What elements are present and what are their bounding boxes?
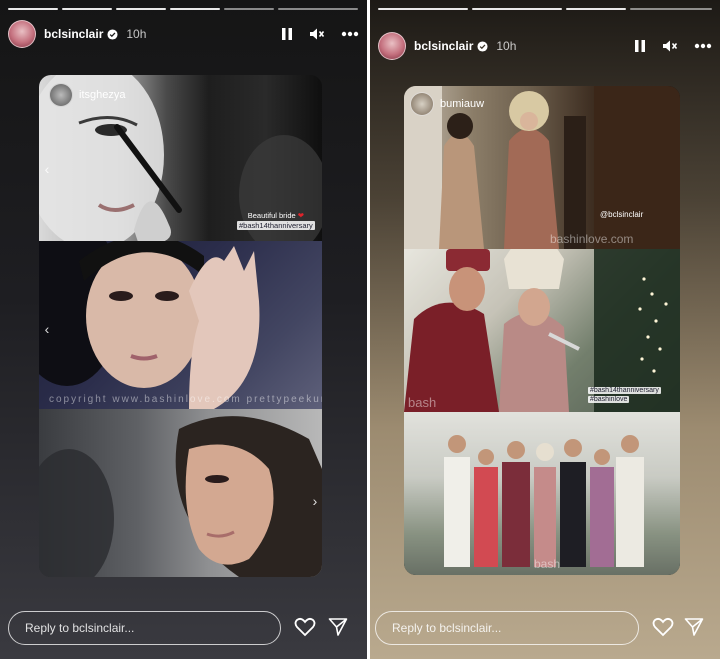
- post-time: 10h: [126, 27, 147, 41]
- photo-couple-singing: #bash14thanniversary #bashinlove bash: [404, 249, 680, 412]
- credit-sticker[interactable]: @bclsinclair: [600, 210, 643, 220]
- mute-icon[interactable]: [309, 27, 325, 41]
- watermark-text: bashinlove.com: [550, 232, 634, 246]
- photo-profile-illustration: [39, 416, 322, 577]
- post-time: 10h: [496, 39, 517, 53]
- hashtag-sticker[interactable]: #bash14thanniversary: [588, 387, 661, 394]
- story-header: bclsinclair 10h: [8, 20, 359, 48]
- story-progress-segment: [170, 8, 220, 10]
- mute-icon[interactable]: [662, 39, 678, 53]
- story-progress-segment: [630, 8, 712, 10]
- story-panel-right: bclsinclair 10h bumiauw @bclsinclair bas…: [370, 0, 720, 659]
- photo-portrait-hand: copyright www.bashinlove.com prettypeeku…: [39, 241, 322, 409]
- chevron-left-icon[interactable]: ‹: [40, 318, 54, 340]
- watermark-text: bash: [534, 557, 561, 571]
- story-media-collage[interactable]: bumiauw @bclsinclair bashinlove.com #bas…: [404, 86, 680, 575]
- reply-placeholder: Reply to bclsinclair...: [25, 621, 135, 635]
- story-header: bclsinclair 10h: [378, 32, 712, 60]
- photo-group-stage: bash: [404, 412, 680, 575]
- sticker-text: Beautiful bride: [247, 211, 296, 220]
- heart-icon[interactable]: [294, 617, 316, 637]
- photo-bride-preparation: bumiauw @bclsinclair bashinlove.com: [404, 86, 680, 249]
- watermark-text: bash: [408, 395, 437, 410]
- reply-placeholder: Reply to bclsinclair...: [392, 621, 502, 635]
- story-media-collage[interactable]: itsghezya Beautiful bride ❤ #bash14thann…: [39, 75, 322, 577]
- mention-avatar: [49, 83, 73, 107]
- reply-input[interactable]: Reply to bclsinclair...: [375, 611, 639, 645]
- verified-icon: [477, 40, 488, 52]
- story-progress-segment: [116, 8, 166, 10]
- story-progress-segment: [472, 8, 562, 10]
- mention-sticker[interactable]: bumiauw: [410, 92, 484, 116]
- avatar[interactable]: [8, 20, 36, 48]
- reply-input[interactable]: Reply to bclsinclair...: [8, 611, 281, 645]
- heart-icon[interactable]: [652, 617, 674, 637]
- send-icon[interactable]: [328, 617, 348, 637]
- chevron-left-icon[interactable]: ‹: [40, 158, 54, 180]
- story-progress-segment: [62, 8, 112, 10]
- chevron-right-icon[interactable]: ›: [308, 490, 322, 512]
- photo-portrait-illustration: [39, 241, 260, 409]
- hashtag-sticker[interactable]: #bash14thanniversary: [237, 221, 315, 230]
- avatar[interactable]: [378, 32, 406, 60]
- story-progress-segment: [278, 8, 358, 10]
- verified-icon: [107, 28, 118, 40]
- pause-icon[interactable]: [281, 27, 293, 41]
- heart-emoji: ❤: [297, 211, 305, 220]
- text-sticker: Beautiful bride ❤ #bash14thanniversary: [237, 211, 315, 231]
- hashtag-stickers: #bash14thanniversary #bashinlove: [588, 386, 661, 404]
- more-icon[interactable]: [341, 31, 359, 37]
- story-progress-segment: [224, 8, 274, 10]
- story-panel-left: bclsinclair 10h itsghezya Beautiful brid…: [0, 0, 367, 659]
- story-progress-segment: [378, 8, 468, 10]
- photo-profile: [39, 409, 322, 577]
- story-progress-segment: [566, 8, 626, 10]
- mention-sticker[interactable]: itsghezya: [49, 83, 125, 107]
- watermark-text: copyright www.bashinlove.com prettypeeku…: [49, 394, 322, 405]
- credit-text: @bclsinclair: [600, 210, 644, 219]
- pause-icon[interactable]: [634, 39, 646, 53]
- username[interactable]: bclsinclair: [44, 27, 103, 41]
- photo-group-illustration: [404, 412, 680, 575]
- mention-avatar: [410, 92, 434, 116]
- story-progress-segment: [8, 8, 58, 10]
- more-icon[interactable]: [694, 43, 712, 49]
- mention-username: itsghezya: [79, 89, 126, 101]
- send-icon[interactable]: [684, 617, 704, 637]
- hashtag-sticker[interactable]: #bashinlove: [588, 396, 630, 403]
- username[interactable]: bclsinclair: [414, 39, 473, 53]
- photo-makeup-closeup: itsghezya Beautiful bride ❤ #bash14thann…: [39, 75, 322, 241]
- mention-username: bumiauw: [440, 98, 485, 110]
